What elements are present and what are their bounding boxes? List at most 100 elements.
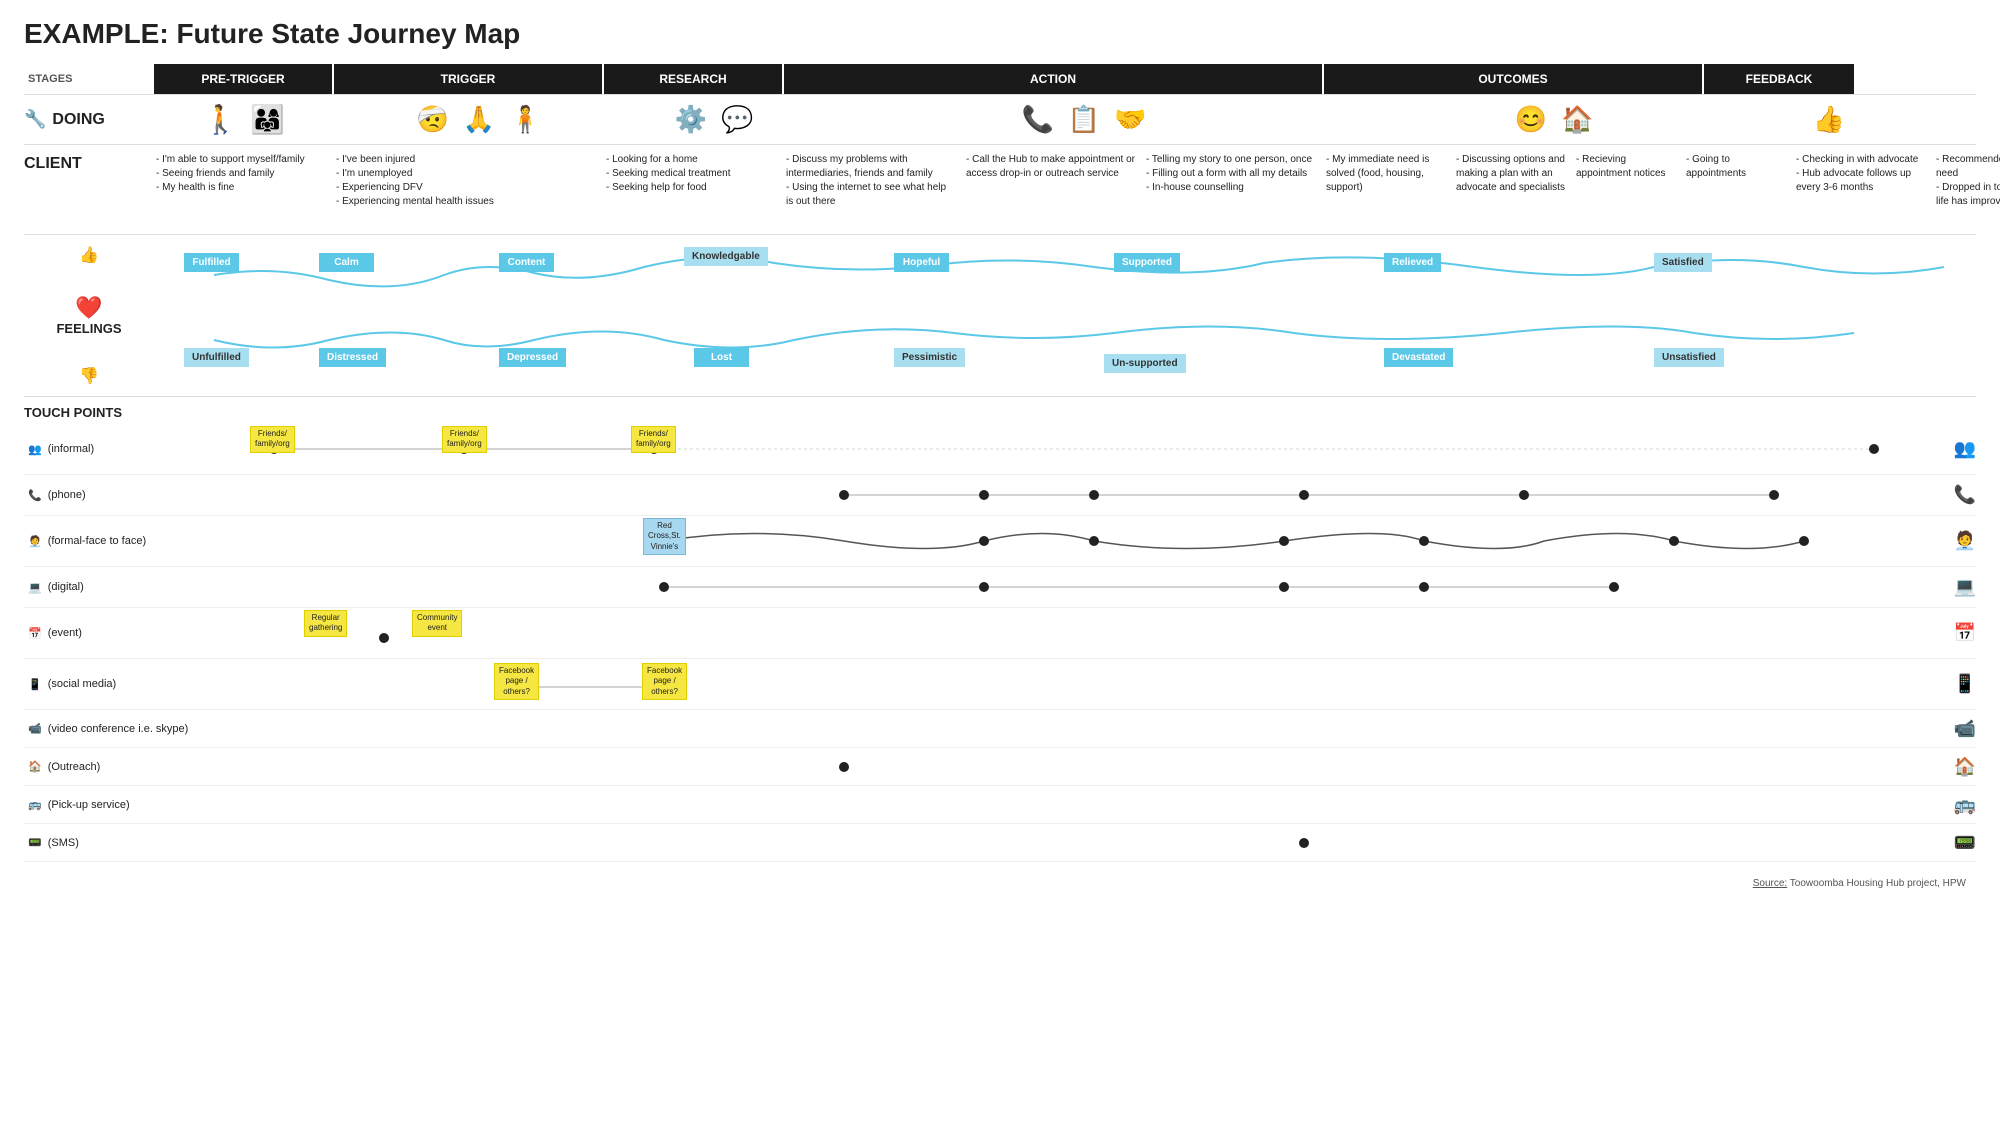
stage-research: RESEARCH (604, 64, 784, 94)
sms-svg (224, 825, 1924, 861)
touchpoint-row-video: 📹 (video conference i.e. skype) 📹 (24, 710, 1976, 748)
client-col-pretrigger: - I'm able to support myself/family - Se… (154, 151, 334, 228)
phone-icon: 📞 (28, 489, 42, 502)
sticky-friends-family-3: Friends/family/org (631, 426, 676, 453)
formal-svg (224, 516, 1924, 566)
doing-outcomes-icons: 😊 🏠 (1364, 104, 1744, 135)
feeling-relieved: Relieved (1384, 253, 1441, 272)
client-col-action3: - Telling my story to one person, once -… (1144, 151, 1324, 228)
touchpoint-row-outreach: 🏠 (Outreach) 🏠 (24, 748, 1976, 786)
stage-pre-trigger: PRE-TRIGGER (154, 64, 334, 94)
touchpoint-label-pickup: 🚌 (Pick-up service) (24, 798, 224, 811)
doing-trigger-icons: 🤕 🙏 🧍 (344, 104, 614, 135)
form-icon: 📋 (1068, 104, 1100, 135)
client-col-trigger: - I've been injured - I'm unemployed - E… (334, 151, 604, 228)
stages-label: STAGES (24, 64, 154, 94)
social-icon: 📱 (28, 678, 42, 691)
client-col-outcomes2: - Discussing options and making a plan w… (1454, 151, 1574, 228)
search-icon: ⚙️ (675, 104, 707, 135)
feeling-unsupported: Un-supported (1104, 354, 1186, 373)
feeling-devastated: Devastated (1384, 348, 1453, 367)
touchpoint-track-pickup: 🚌 (224, 787, 1976, 823)
formal-right-icon: 🧑‍💼 (1954, 531, 1976, 552)
sticky-community-event: Communityevent (412, 610, 462, 637)
stage-outcomes: OUTCOMES (1324, 64, 1704, 94)
feeling-supported: Supported (1114, 253, 1180, 272)
sticky-facebook-1: Facebookpage /others? (494, 663, 539, 700)
injury-icon: 🤕 (416, 104, 448, 135)
formal-icon: 🧑‍💼 (28, 535, 42, 548)
touchpoint-label-sms: 📟 (SMS) (24, 836, 224, 849)
touchpoint-track-digital: 💻 (224, 567, 1976, 607)
checklist-icon: 😊 (1515, 104, 1547, 135)
client-cols: - I'm able to support myself/family - Se… (154, 151, 2000, 228)
stages-row: STAGES PRE-TRIGGER TRIGGER RESEARCH ACTI… (24, 64, 1976, 94)
informal-icon: 👥 (28, 443, 42, 456)
touchpoint-label-digital: 💻 (digital) (24, 581, 224, 594)
sticky-facebook-2: Facebookpage /others? (642, 663, 687, 700)
doing-feedback-icons: 👍 (1754, 104, 1904, 135)
feeling-content: Content (499, 253, 554, 272)
feeling-lost: Lost (694, 348, 749, 367)
feelings-label: FEELINGS (56, 321, 121, 336)
sms-right-icon: 📟 (1954, 832, 1976, 853)
source-label: Source: (1753, 878, 1787, 889)
sticky-regular-gathering: Regulargathering (304, 610, 347, 637)
client-row: CLIENT - I'm able to support myself/fami… (24, 145, 1976, 235)
touchpoint-track-formal: RedCross,St.Vinnie's 🧑‍💼 (224, 516, 1976, 566)
touchpoint-track-event: Regulargathering Communityevent 📅 (224, 608, 1976, 658)
touchpoint-row-digital: 💻 (digital) 💻 (24, 567, 1976, 608)
feeling-distressed: Distressed (319, 348, 386, 367)
feeling-depressed: Depressed (499, 348, 566, 367)
event-svg (224, 608, 1924, 658)
social-svg (224, 659, 1924, 709)
touchpoint-row-informal: 👥 (informal) Friends/family/org Friends/… (24, 424, 1976, 475)
client-col-outcomes1: - My immediate need is solved (food, hou… (1324, 151, 1454, 228)
client-col-outcomes3c: - Checking in with advocate - Hub advoca… (1794, 151, 1934, 228)
touchpoint-label-video: 📹 (video conference i.e. skype) (24, 722, 224, 735)
pickup-icon: 🚌 (28, 798, 42, 811)
stage-feedback: FEEDBACK (1704, 64, 1854, 94)
client-col-action2: - Call the Hub to make appointment or ac… (964, 151, 1144, 228)
video-icon: 📹 (28, 722, 42, 735)
touchpoint-label-social: 📱 (social media) (24, 678, 224, 691)
phone-right-icon: 📞 (1954, 485, 1976, 506)
client-label: CLIENT (24, 151, 154, 228)
sticky-friends-family-1: Friends/family/org (250, 426, 295, 453)
touchpoint-label-informal: 👥 (informal) (24, 443, 224, 456)
walking-icon: 🚶 (203, 103, 238, 136)
touchpoints-title: TOUCH POINTS (24, 405, 1976, 420)
doing-label: DOING (52, 111, 104, 129)
phone-svg (224, 475, 1924, 515)
touchpoint-label-event: 📅 (event) (24, 627, 224, 640)
appointment-icon: 🏠 (1561, 104, 1593, 135)
touchpoint-label-formal: 🧑‍💼 (formal-face to face) (24, 535, 224, 548)
feelings-chart: Fulfilled Calm Content Knowledgable Hope… (154, 245, 1976, 375)
wrench-icon: 🔧 (24, 109, 46, 130)
phone-call-icon: 📞 (1021, 104, 1053, 135)
doing-label-cell: 🔧 DOING (24, 109, 154, 130)
feedback-icon: 👍 (1813, 104, 1845, 135)
touchpoint-label-phone: 📞 (phone) (24, 489, 224, 502)
help-icon: 🙏 (463, 104, 495, 135)
touchpoint-row-social: 📱 (social media) Facebookpage /others? F… (24, 659, 1976, 710)
feeling-knowledgable: Knowledgable (684, 247, 768, 266)
client-col-feedback: - Recommended to a friend in need - Drop… (1934, 151, 2000, 228)
page-title: EXAMPLE: Future State Journey Map (24, 18, 1976, 50)
touchpoint-track-sms: 📟 (224, 825, 1976, 861)
touchpoint-row-sms: 📟 (SMS) 📟 (24, 824, 1976, 862)
touchpoint-row-phone: 📞 (phone) 📞 (24, 475, 1976, 516)
feeling-unsatisfied: Unsatisfied (1654, 348, 1724, 367)
event-right-icon: 📅 (1954, 623, 1976, 644)
stage-action: ACTION (784, 64, 1324, 94)
doing-pretrigger-icons: 🚶 👨‍👩‍👧 (154, 103, 334, 136)
feeling-fulfilled: Fulfilled (184, 253, 239, 272)
chat-icon: 💬 (721, 104, 753, 135)
digital-svg (224, 567, 1924, 607)
feeling-calm: Calm (319, 253, 374, 272)
meeting-icon: 🤝 (1114, 104, 1146, 135)
doing-icons-area: 🚶 👨‍👩‍👧 🤕 🙏 🧍 ⚙️ 💬 📞 📋 🤝 (154, 103, 1976, 136)
family-icon: 👨‍👩‍👧 (250, 103, 285, 136)
outreach-icon: 🏠 (28, 760, 42, 773)
touchpoint-track-video: 📹 (224, 711, 1976, 747)
